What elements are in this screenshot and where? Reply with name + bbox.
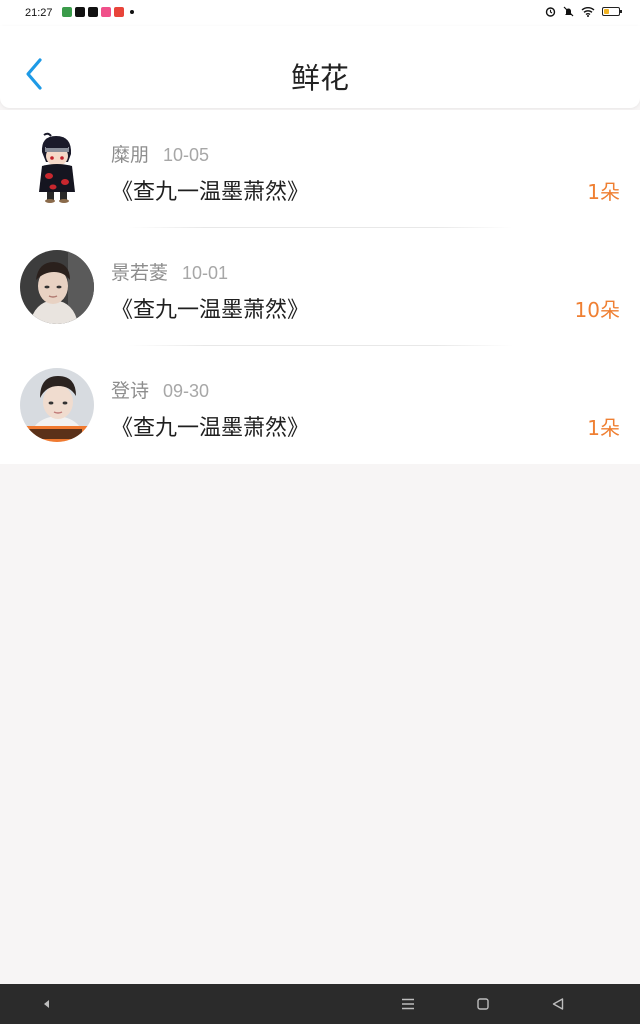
nav-back-small-button[interactable]: [27, 984, 67, 1024]
menu-icon: [402, 998, 414, 1010]
system-status-icons: [545, 6, 622, 17]
app-notification-icon: [88, 7, 98, 17]
person-avatar[interactable]: [20, 250, 94, 324]
home-square-icon: [477, 998, 489, 1010]
system-nav-bar: [0, 984, 640, 1024]
nav-home-button[interactable]: [463, 984, 503, 1024]
battery-level: [604, 9, 609, 14]
status-bar: 21:27: [0, 0, 640, 26]
battery-icon: [602, 7, 622, 16]
sender-meta: 糜朋 10-05: [111, 140, 209, 167]
sender-meta: 景若菱 10-01: [111, 258, 228, 285]
ninja-avatar[interactable]: [20, 132, 94, 206]
nav-back-button[interactable]: [538, 984, 578, 1024]
app-notification-icon: [62, 7, 72, 17]
flower-count: 1朵: [587, 416, 620, 440]
app-notification-icon: [114, 7, 124, 17]
gift-date: 09-30: [163, 381, 210, 401]
gift-date: 10-01: [182, 263, 229, 283]
status-time: 21:27: [25, 7, 53, 19]
sender-name[interactable]: 糜朋: [111, 144, 149, 166]
gift-date: 10-05: [163, 145, 210, 165]
back-triangle-icon: [44, 1000, 49, 1008]
mute-icon: [563, 6, 574, 17]
work-title[interactable]: 《查九一温墨萧然》: [111, 292, 309, 324]
person-avatar[interactable]: [20, 368, 94, 442]
sender-meta: 登诗 09-30: [111, 376, 209, 403]
alarm-icon: [545, 6, 556, 17]
wifi-icon: [581, 6, 595, 17]
tiktok-icon: [75, 7, 85, 17]
sender-name[interactable]: 登诗: [111, 380, 149, 402]
work-title[interactable]: 《查九一温墨萧然》: [111, 174, 309, 206]
nav-menu-button[interactable]: [388, 984, 428, 1024]
list-item[interactable]: 登诗 09-30 《查九一温墨萧然》 1朵: [0, 346, 640, 464]
page-title: 鲜花: [290, 61, 349, 95]
list-item[interactable]: 景若菱 10-01 《查九一温墨萧然》 10朵: [0, 228, 640, 346]
app-notification-icon: [101, 7, 111, 17]
list-item[interactable]: 糜朋 10-05 《查九一温墨萧然》 1朵: [0, 110, 640, 228]
flower-count: 1朵: [587, 180, 620, 204]
top-header: 鲜花: [0, 26, 640, 108]
work-title[interactable]: 《查九一温墨萧然》: [111, 410, 309, 442]
sender-name[interactable]: 景若菱: [111, 262, 168, 284]
back-icon: [552, 998, 564, 1010]
flower-gift-list: 糜朋 10-05 《查九一温墨萧然》 1朵 景若菱 10-01 《查九一温墨萧然》 …: [0, 110, 640, 464]
more-notifications-dot-icon: [130, 10, 134, 14]
flower-count: 10朵: [574, 298, 620, 322]
notification-icons: [62, 7, 134, 17]
